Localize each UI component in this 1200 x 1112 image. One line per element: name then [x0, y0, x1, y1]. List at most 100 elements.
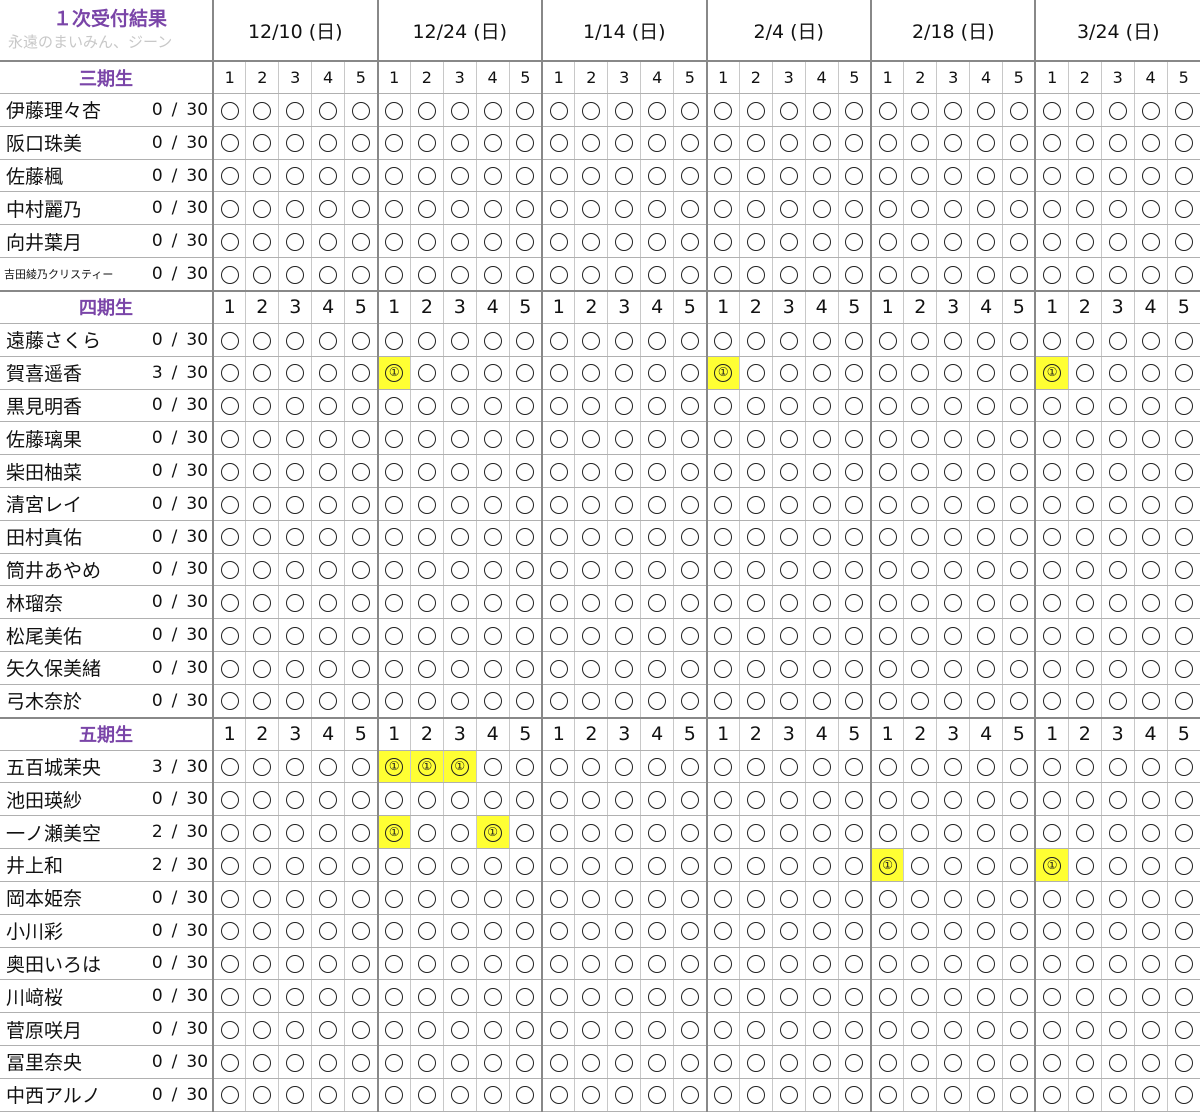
total-count: 30 — [186, 625, 209, 646]
slot-number: 1 — [870, 60, 904, 94]
slot-empty — [541, 257, 575, 292]
circle-icon — [516, 987, 535, 1006]
circle-icon — [1108, 823, 1127, 842]
circle-icon — [1075, 265, 1094, 284]
circle-icon — [483, 200, 502, 219]
circle-icon — [680, 1086, 699, 1105]
circle-icon — [483, 1086, 502, 1105]
slot-empty — [903, 454, 937, 488]
slot-empty — [541, 750, 575, 784]
slot-empty — [903, 126, 937, 160]
circle-icon — [779, 659, 798, 678]
circle-icon — [483, 232, 502, 251]
slot-empty — [245, 881, 279, 915]
circle-icon — [1075, 659, 1094, 678]
circle-icon — [648, 692, 667, 711]
slot-empty — [541, 454, 575, 488]
slot-number: 5 — [1002, 716, 1036, 751]
circle-icon — [1141, 232, 1160, 251]
total-count: 30 — [186, 657, 209, 678]
slot-empty — [278, 848, 312, 882]
slot-empty — [376, 487, 411, 521]
circle-icon — [878, 265, 897, 284]
slot-empty — [344, 520, 378, 554]
circle-icon — [944, 561, 963, 580]
slot-empty — [508, 684, 543, 719]
circle-icon — [220, 1086, 239, 1105]
slot-empty — [212, 684, 246, 719]
circle-icon — [812, 856, 831, 875]
member-name: 賀喜遥香 — [0, 356, 133, 390]
slot-empty — [541, 421, 575, 456]
circle-icon — [385, 594, 404, 613]
circle-icon — [878, 922, 897, 941]
score-separator: / — [171, 920, 178, 941]
slot-empty — [508, 93, 543, 127]
slot-empty — [278, 1012, 312, 1046]
slot-empty — [837, 257, 871, 292]
circle-icon — [648, 823, 667, 842]
circle-icon — [1108, 1086, 1127, 1105]
slot-empty — [311, 389, 345, 423]
slot-empty — [1067, 487, 1102, 521]
circle-icon — [516, 561, 535, 580]
slot-empty — [673, 454, 707, 488]
circle-icon — [385, 561, 404, 580]
circle-icon — [911, 462, 930, 481]
slot-empty — [574, 750, 608, 784]
circle-icon — [351, 232, 370, 251]
slot-number: 2 — [574, 716, 608, 751]
circle-icon — [253, 528, 272, 547]
member-row: 清宮レイ 0/30 — [0, 487, 1200, 521]
slot-empty — [278, 454, 312, 488]
slot-number: 3 — [936, 716, 970, 751]
circle-icon — [286, 101, 305, 120]
page-title: １次受付結果 — [53, 8, 168, 30]
member-score: 0/30 — [133, 93, 214, 127]
slot-empty — [837, 585, 871, 620]
circle-icon — [648, 134, 667, 153]
circle-icon — [911, 561, 930, 580]
circle-icon — [1009, 134, 1028, 153]
slot-empty — [508, 454, 543, 488]
slot-empty — [1166, 421, 1200, 456]
slot-empty — [936, 126, 970, 160]
slot-empty — [870, 1045, 904, 1079]
circle-icon — [812, 265, 831, 284]
circle-icon — [648, 167, 667, 186]
slot-empty — [870, 93, 904, 127]
circle-icon — [450, 626, 469, 645]
slot-empty — [344, 159, 378, 193]
circle-icon — [582, 922, 601, 941]
slot-empty — [1166, 323, 1200, 357]
circle-icon — [680, 167, 699, 186]
circle-icon — [977, 397, 996, 416]
slot-empty — [705, 257, 740, 292]
circle-icon — [845, 101, 864, 120]
circle-icon — [714, 462, 733, 481]
member-score: 0/30 — [133, 1078, 214, 1112]
circle-icon — [911, 495, 930, 514]
slot-empty — [969, 93, 1003, 127]
circle-icon — [351, 331, 370, 350]
slot-empty — [969, 618, 1003, 652]
slot-number: 4 — [1133, 60, 1168, 94]
circle-icon — [1009, 955, 1028, 974]
slot-empty — [969, 947, 1003, 981]
slot-empty — [376, 323, 411, 357]
circle-icon — [615, 167, 634, 186]
circle-icon — [549, 397, 568, 416]
slot-empty — [640, 356, 674, 390]
slot-empty — [212, 1012, 246, 1046]
circle-icon — [319, 692, 338, 711]
slot-empty — [475, 651, 510, 685]
circle-icon — [648, 495, 667, 514]
circle-icon — [977, 429, 996, 448]
circle-icon — [1009, 331, 1028, 350]
slot-empty — [1133, 159, 1168, 193]
circle-icon — [516, 265, 535, 284]
circle-icon — [286, 265, 305, 284]
circle-icon — [220, 232, 239, 251]
slot-empty — [311, 585, 345, 620]
slot-empty — [376, 389, 411, 423]
